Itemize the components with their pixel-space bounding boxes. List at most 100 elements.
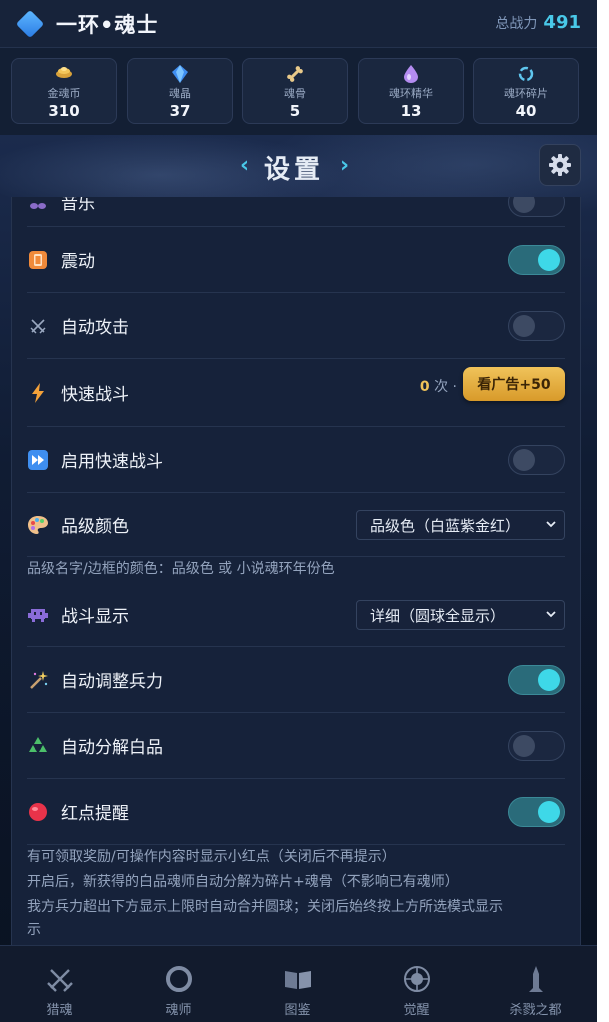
resource-value: 37 — [169, 102, 191, 120]
palette-icon — [27, 514, 49, 536]
auto-decompose-toggle[interactable] — [508, 731, 565, 761]
total-power: 总战力 491 — [495, 12, 581, 33]
resource-name: 金魂币 — [47, 87, 81, 100]
essence-drop-icon — [359, 65, 463, 83]
grade-color-select[interactable]: 品级色（白蓝紫金红） — [356, 510, 565, 540]
resource-essence[interactable]: 魂环精华 13 — [358, 58, 464, 124]
toggle-knob — [538, 669, 560, 691]
setting-label: 音乐 — [61, 197, 95, 214]
scrollbar[interactable] — [597, 0, 609, 1022]
awaken-orb-icon — [403, 966, 430, 992]
red-dot-note: 有可领取奖励/可操作内容时显示小红点（关闭后不再提示） — [27, 849, 396, 865]
title-right-arrow: › — [340, 153, 350, 178]
resource-name: 魂晶 — [169, 87, 191, 100]
invader-icon — [27, 604, 49, 626]
music-toggle[interactable] — [508, 197, 565, 217]
resource-name: 魂骨 — [284, 87, 306, 100]
watch-ad-button[interactable]: 看广告+50 — [463, 367, 565, 401]
settings-panel[interactable]: 音乐 震动 自动攻击 快速战斗 0 次 · 看广告+50 启用快速战斗 品级颜色… — [11, 197, 581, 945]
toggle-knob — [513, 735, 535, 757]
resource-value: 40 — [515, 102, 537, 120]
nav-awaken[interactable]: 觉醒 — [357, 946, 476, 1022]
nav-codex[interactable]: 图鉴 — [238, 946, 357, 1022]
nav-label: 杀戮之都 — [509, 1003, 562, 1018]
resource-soul-bone[interactable]: 魂骨 5 — [242, 58, 348, 124]
power-label: 总战力 — [495, 16, 538, 32]
setting-label: 自动攻击 — [61, 318, 129, 338]
toggle-knob — [538, 801, 560, 823]
resource-value: 13 — [400, 102, 422, 120]
setting-row-vibration: 震动 — [27, 227, 565, 293]
nav-label: 图鉴 — [284, 1003, 311, 1018]
setting-row-auto-attack: 自动攻击 — [27, 293, 565, 359]
resource-soul-crystal[interactable]: 魂晶 37 — [127, 58, 233, 124]
title-left-arrow: ‹ — [240, 153, 250, 178]
page-title: 设置 — [264, 155, 325, 185]
setting-label: 战斗显示 — [61, 607, 129, 627]
grade-color-note: 品级名字/边框的颜色：品级色 或 小说魂环年份色 — [27, 561, 335, 577]
recycle-icon — [27, 735, 49, 757]
nav-soul-master[interactable]: 魂师 — [119, 946, 238, 1022]
nav-killing-city[interactable]: 杀戮之都 — [476, 946, 595, 1022]
setting-label: 红点提醒 — [61, 804, 129, 824]
red-circle-icon — [27, 801, 49, 823]
power-value: 491 — [543, 12, 581, 33]
fast-battle-count: 0 次 · — [420, 376, 457, 396]
gear-icon — [549, 154, 571, 176]
nav-label: 猎魂 — [46, 1003, 73, 1018]
music-note-icon — [27, 197, 49, 213]
select-value: 品级色（白蓝紫金红） — [370, 516, 521, 535]
battle-merge-note: 我方兵力超出下方显示上限时自动合并圆球；关闭后始终按上方所选模式显示 — [27, 899, 503, 915]
battle-merge-note-wrap: 示 — [27, 922, 41, 938]
settings-gear-button[interactable] — [539, 144, 581, 186]
top-header: 一环•魂士 总战力 491 — [0, 0, 597, 48]
setting-row-battle-display: 战斗显示 详细（圆球全显示） — [27, 583, 565, 647]
player-rank-title: 一环•魂士 — [56, 12, 159, 37]
diamond-logo-icon — [15, 9, 45, 38]
battle-display-select[interactable]: 详细（圆球全显示） — [356, 600, 565, 630]
setting-row-auto-decompose: 自动分解白品 — [27, 713, 565, 779]
fast-forward-icon — [27, 449, 49, 471]
setting-row-red-dot: 红点提醒 — [27, 779, 565, 845]
book-icon — [284, 971, 311, 989]
resource-value: 5 — [289, 102, 301, 120]
gold-coin-icon — [12, 65, 116, 83]
setting-label: 自动调整兵力 — [61, 672, 163, 692]
red-dot-toggle[interactable] — [508, 797, 565, 827]
fast-battle-count-suffix: 次 · — [434, 379, 457, 395]
lightning-icon — [27, 382, 49, 404]
setting-label: 自动分解白品 — [61, 738, 163, 758]
bottom-navigation: 猎魂 魂师 图鉴 觉醒 杀戮之都 — [0, 945, 597, 1022]
toggle-knob — [513, 197, 535, 213]
resource-ring-fragment[interactable]: 魂环碎片 40 — [473, 58, 579, 124]
auto-attack-toggle[interactable] — [508, 311, 565, 341]
setting-row-auto-adjust: 自动调整兵力 — [27, 647, 565, 713]
resource-bar: 金魂币 310 魂晶 37 魂骨 5 魂环精华 13 魂环碎片 40 — [0, 48, 597, 135]
vibration-toggle[interactable] — [508, 245, 565, 275]
toggle-knob — [538, 249, 560, 271]
auto-adjust-toggle[interactable] — [508, 665, 565, 695]
setting-label: 快速战斗 — [61, 385, 129, 405]
resource-name: 魂环碎片 — [504, 87, 548, 100]
fast-battle-count-value: 0 — [419, 379, 430, 395]
nav-label: 觉醒 — [403, 1003, 430, 1018]
tower-icon — [528, 966, 543, 992]
soul-crystal-icon — [128, 65, 232, 83]
enable-fast-battle-toggle[interactable] — [508, 445, 565, 475]
toggle-knob — [513, 315, 535, 337]
setting-row-music: 音乐 — [27, 197, 565, 227]
soul-bone-icon — [243, 65, 347, 83]
setting-label: 震动 — [61, 252, 95, 272]
crossed-swords-icon — [46, 969, 73, 992]
crossed-swords-icon — [27, 315, 49, 337]
vibration-icon — [27, 249, 49, 271]
settings-title-bar: ‹ 设置 › — [0, 135, 597, 197]
toggle-knob — [513, 449, 535, 471]
magic-wand-icon — [27, 669, 49, 691]
resource-gold-coin[interactable]: 金魂币 310 — [11, 58, 117, 124]
nav-hunt[interactable]: 猎魂 — [0, 946, 119, 1022]
chevron-down-icon — [546, 521, 556, 528]
ring-icon — [165, 966, 192, 992]
chevron-down-icon — [546, 611, 556, 618]
auto-decompose-note: 开启后，新获得的白品魂师自动分解为碎片+魂骨（不影响已有魂师） — [27, 874, 459, 890]
